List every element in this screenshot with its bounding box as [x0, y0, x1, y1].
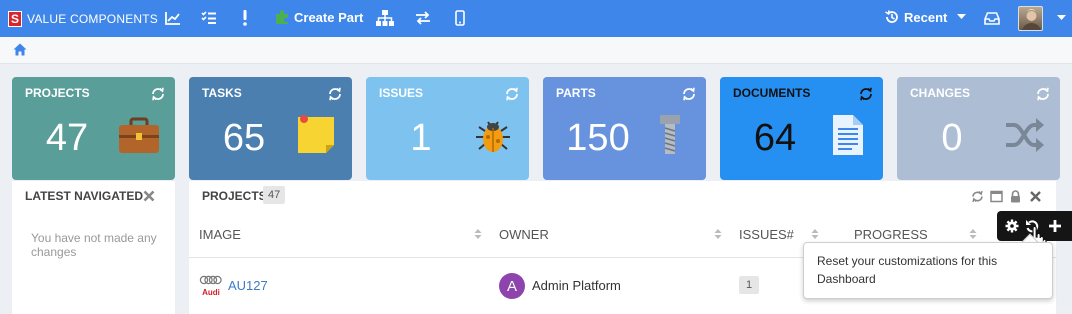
sticky-note-icon: [298, 115, 334, 153]
tile-title: TASKS: [202, 86, 242, 100]
shuffle-icon: [1006, 118, 1044, 152]
gear-icon[interactable]: [1005, 219, 1019, 233]
create-part-button[interactable]: Create Part: [274, 9, 363, 25]
tile-issues[interactable]: ISSUES 1: [366, 77, 529, 180]
tile-title: PARTS: [556, 86, 596, 100]
task-list-icon[interactable]: [200, 9, 218, 27]
sort-icon[interactable]: [811, 228, 819, 240]
close-icon[interactable]: [1029, 190, 1042, 203]
tile-title: ISSUES: [379, 86, 424, 100]
refresh-icon[interactable]: [150, 86, 166, 102]
document-icon: [833, 115, 863, 155]
close-icon[interactable]: [143, 190, 155, 202]
tile-value: 47: [45, 117, 89, 159]
inbox-icon[interactable]: [983, 9, 1001, 27]
home-icon[interactable]: [13, 43, 27, 56]
tile-parts[interactable]: PARTS 150: [543, 77, 706, 180]
maximize-icon[interactable]: [990, 190, 1003, 203]
svg-text:Audi: Audi: [202, 288, 220, 297]
tile-documents[interactable]: DOCUMENTS 64: [720, 77, 883, 180]
recent-label: Recent: [904, 9, 948, 25]
refresh-icon[interactable]: [681, 86, 697, 102]
exclamation-icon[interactable]: [236, 9, 254, 27]
reset-tooltip: Reset your customizations for this Dashb…: [803, 242, 1053, 299]
audi-logo: Audi: [199, 275, 222, 297]
exchange-icon[interactable]: [414, 9, 432, 27]
sort-icon[interactable]: [474, 228, 482, 240]
tile-title: PROJECTS: [25, 86, 90, 100]
bug-icon: [476, 121, 510, 152]
chart-icon[interactable]: [164, 9, 182, 27]
tile-value: 64: [753, 117, 797, 159]
tile-title: CHANGES: [910, 86, 971, 100]
brand-name: VALUE COMPONENTS: [27, 11, 158, 26]
owner-name: Admin Platform: [532, 278, 621, 293]
empty-message: You have not made any changes: [31, 231, 157, 259]
tile-title: DOCUMENTS: [733, 86, 811, 100]
column-header-progress[interactable]: PROGRESS: [854, 227, 928, 242]
plus-icon[interactable]: [1048, 219, 1062, 233]
brand-logo[interactable]: S VALUE COMPONENTS: [8, 10, 158, 27]
panel-title: LATEST NAVIGATED: [25, 189, 143, 203]
puzzle-icon: [276, 10, 288, 24]
briefcase-icon: [119, 117, 159, 153]
refresh-icon[interactable]: [504, 86, 520, 102]
create-part-label: Create Part: [294, 9, 364, 25]
tile-value: 150: [566, 117, 630, 159]
mobile-icon[interactable]: [451, 9, 469, 27]
logo-mark: S: [8, 10, 22, 27]
top-navbar: S VALUE COMPONENTS Create Part Recent: [0, 0, 1072, 37]
breadcrumb: [0, 37, 1072, 64]
tile-value: 1: [410, 117, 432, 159]
bolt-icon: [660, 115, 680, 154]
tile-value: 0: [941, 117, 963, 159]
owner-avatar: A: [499, 273, 525, 299]
chevron-down-icon: [957, 14, 967, 19]
column-header-image[interactable]: IMAGE: [199, 227, 241, 242]
issues-count-badge: 1: [739, 276, 760, 294]
history-icon: [885, 10, 898, 23]
column-header-owner[interactable]: OWNER: [499, 227, 549, 242]
tile-value: 65: [222, 117, 266, 159]
user-menu-chevron-icon[interactable]: [1052, 9, 1070, 27]
tile-tasks[interactable]: TASKS 65: [189, 77, 352, 180]
refresh-icon[interactable]: [858, 86, 874, 102]
refresh-icon[interactable]: [1035, 86, 1051, 102]
project-link[interactable]: AU127: [228, 278, 268, 293]
lock-icon[interactable]: [1009, 190, 1022, 203]
column-header-issues[interactable]: ISSUES#: [739, 227, 794, 242]
sort-icon[interactable]: [714, 228, 722, 240]
count-badge: 47: [263, 186, 286, 204]
tile-changes[interactable]: CHANGES 0: [897, 77, 1060, 180]
recent-dropdown[interactable]: Recent: [884, 9, 967, 25]
refresh-icon[interactable]: [327, 86, 343, 102]
panel-title: PROJECTS: [202, 189, 267, 203]
sitemap-icon[interactable]: [376, 9, 394, 27]
latest-navigated-panel: LATEST NAVIGATED You have not made any c…: [12, 181, 175, 314]
tile-projects[interactable]: PROJECTS 47: [12, 77, 175, 180]
sort-icon[interactable]: [969, 228, 977, 240]
user-avatar[interactable]: [1018, 6, 1043, 31]
refresh-icon[interactable]: [971, 190, 984, 203]
